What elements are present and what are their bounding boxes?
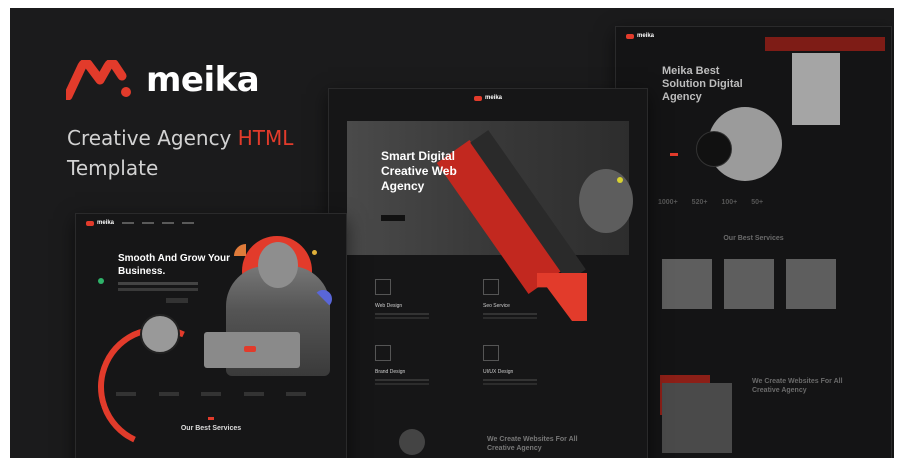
- mockup-left: meika Smooth And Grow Your Business. Our…: [75, 213, 347, 458]
- hero-photo: [792, 53, 840, 125]
- service-item: UI/UX Design: [483, 345, 573, 381]
- brand-name: meika: [146, 60, 260, 100]
- section-title: Our Best Services: [180, 425, 242, 432]
- stat-item: 520+: [691, 199, 708, 206]
- service-item: Brand Design: [375, 345, 465, 381]
- service-icon: [375, 345, 391, 361]
- orange-shape: [234, 244, 246, 256]
- hero-subtext: [118, 282, 198, 285]
- service-card: [724, 259, 774, 309]
- service-cards: [662, 259, 836, 309]
- mini-nav: meika: [76, 214, 346, 232]
- tagline: Creative Agency HTML Template: [67, 123, 327, 183]
- dark-circle: [696, 131, 732, 167]
- service-icon: [483, 279, 499, 295]
- service-label: Brand Design: [375, 369, 406, 375]
- hero-person: [579, 169, 633, 233]
- service-label: UI/UX Design: [483, 369, 514, 375]
- yellow-dot: [617, 177, 623, 183]
- laptop-logo: [244, 346, 256, 352]
- tagline-main: Creative Agency: [67, 126, 232, 150]
- preview-canvas: meika Creative Agency HTML Template meik…: [10, 8, 894, 458]
- service-label: Seo Service: [483, 303, 510, 309]
- red-marker: [208, 417, 214, 420]
- circle-photo: [140, 314, 180, 354]
- service-item: Web Design: [375, 279, 465, 315]
- stat-item: 1000+: [658, 199, 678, 206]
- tagline-accent: HTML: [237, 126, 294, 150]
- decor-blob: [399, 429, 425, 455]
- mini-logo: meika: [473, 95, 502, 101]
- mini-nav: meika: [329, 89, 647, 107]
- hero-headline: Smart Digital Creative Web Agency: [381, 149, 457, 193]
- hero-headline: Smooth And Grow Your Business.: [118, 253, 231, 277]
- mini-logo: meika: [86, 220, 114, 226]
- red-marker: [670, 153, 678, 156]
- brand-lockup: meika: [66, 60, 260, 100]
- bottom-headline: We Create Websites For All Creative Agen…: [487, 436, 578, 452]
- yellow-dot: [312, 250, 317, 255]
- service-card: [786, 259, 836, 309]
- service-icon: [375, 279, 391, 295]
- hero-person-head: [258, 242, 298, 288]
- green-dot: [98, 278, 104, 284]
- nav-bar-accent: [765, 37, 885, 51]
- client-logos: [116, 392, 306, 396]
- mockup-center: meika Smart Digital Creative Web Agency …: [328, 88, 648, 458]
- section-title: Our Best Services: [723, 235, 784, 242]
- stat-item: 100+: [721, 199, 738, 206]
- bottom-headline: We Create Websites For All Creative Agen…: [752, 378, 843, 394]
- image-block: [662, 383, 732, 453]
- tagline-rest: Template: [67, 156, 159, 180]
- hero-button[interactable]: [166, 298, 188, 303]
- service-label: Web Design: [375, 303, 403, 309]
- stat-item: 50+: [751, 199, 764, 206]
- service-card: [662, 259, 712, 309]
- meika-logo-icon: [66, 60, 131, 100]
- hero-button[interactable]: [381, 215, 405, 221]
- stats-row: 1000+ 520+ 100+ 50+: [658, 199, 763, 206]
- hero-headline: Meika Best Solution Digital Agency: [662, 65, 743, 103]
- service-icon: [483, 345, 499, 361]
- mini-logo: meika: [626, 33, 654, 39]
- mockup-right: meika Meika Best Solution Digital Agency…: [615, 26, 892, 458]
- service-item: Seo Service: [483, 279, 573, 315]
